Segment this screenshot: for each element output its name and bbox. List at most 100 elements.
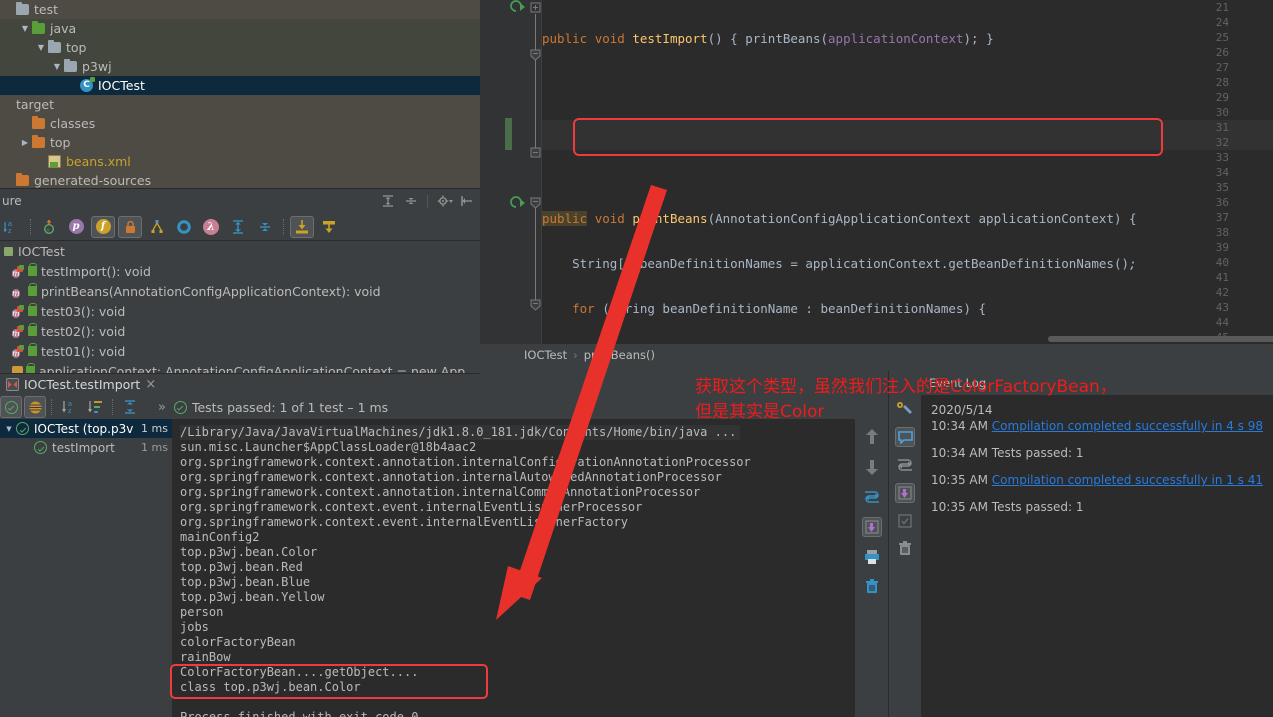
run-tab-label[interactable]: IOCTest.testImport [24, 377, 140, 392]
scroll-up-icon[interactable] [862, 427, 882, 447]
svg-text:z: z [68, 408, 72, 415]
xml-file-icon [48, 155, 61, 168]
tree-item-classes[interactable]: classes [0, 114, 480, 133]
tree-item-label: IOCTest [98, 78, 145, 93]
chevron-down-icon[interactable] [34, 43, 48, 52]
lambda-icon[interactable]: λ [199, 216, 223, 238]
folder-icon [64, 59, 77, 72]
hide-panel-icon[interactable] [460, 194, 474, 208]
event-link[interactable]: Compilation completed successfully in 1 … [992, 473, 1263, 487]
expand-chevron[interactable]: » [158, 400, 166, 415]
structure-item[interactable]: m test03(): void [0, 301, 480, 321]
sort-alpha-icon[interactable]: az [0, 216, 24, 238]
settings-wrench-icon[interactable] [895, 399, 915, 419]
collapse-all-icon[interactable] [253, 216, 277, 238]
lock-icon [28, 303, 37, 316]
structure-item[interactable]: m printBeans(AnnotationConfigApplicationC… [0, 281, 480, 301]
run-tool-window-tab[interactable]: IOCTest.testImport × [0, 373, 480, 395]
settings-gear-icon[interactable] [437, 194, 453, 208]
tree-item-beans-xml[interactable]: beans.xml [0, 152, 480, 171]
tree-item-top[interactable]: top [0, 38, 480, 57]
chevron-down-icon[interactable] [50, 62, 64, 71]
show-ignored-icon[interactable] [24, 396, 46, 418]
structure-item[interactable]: IOCTest [0, 241, 480, 261]
soft-wrap-icon[interactable] [895, 455, 915, 475]
structure-item[interactable]: m testImport(): void [0, 261, 480, 281]
comment-icon[interactable] [895, 427, 915, 447]
code-line: public void printBeans(AnnotationConfigA… [542, 211, 1137, 226]
editor-code[interactable]: public void testImport() { printBeans(ap… [542, 0, 1273, 344]
editor-horizontal-scrollbar[interactable] [1048, 336, 1273, 342]
trash-icon[interactable] [895, 539, 915, 559]
code-editor[interactable]: 21 24 25 26 27 28 29 30 31 32 33 34 35 36 37 38 39 40 41 42… [480, 0, 1273, 344]
console-output[interactable]: /Library/Java/JavaVirtualMachines/jdk1.8… [172, 419, 855, 717]
chevron-down-icon[interactable] [2, 425, 16, 433]
test-results-tree[interactable]: IOCTest (top.p3v 1 ms testImport 1 ms [0, 419, 172, 717]
tree-item-target[interactable]: target [0, 95, 480, 114]
soft-wrap-icon[interactable] [862, 487, 882, 507]
event-log-date: 2020/5/14 [931, 403, 993, 417]
structure-item[interactable]: applicationContext: AnnotationConfigAppl… [0, 361, 480, 373]
event-log-entry[interactable]: 10:34 AM Tests passed: 1 [931, 446, 1273, 460]
test-passed-icon [16, 422, 29, 435]
tree-item-top[interactable]: top [0, 133, 480, 152]
test-method-icon: m [12, 329, 20, 338]
tree-item-generated-sources[interactable]: generated-sources [0, 171, 480, 188]
folder-icon [32, 21, 45, 34]
structure-panel-header: ure [0, 188, 480, 213]
expand-all-icon[interactable] [381, 194, 395, 208]
event-log-entry[interactable]: 10:34 AM Compilation completed successfu… [931, 419, 1273, 433]
tree-item-java[interactable]: java [0, 19, 480, 38]
structure-item[interactable]: m test02(): void [0, 321, 480, 341]
code-line: String[] beanDefinitionNames = applicati… [542, 256, 1137, 271]
autoscroll-to-source-icon[interactable] [317, 216, 341, 238]
test-toolbar[interactable]: az » Tests passed: 1 of 1 test – 1 ms [0, 395, 480, 419]
scroll-to-end-icon[interactable] [895, 483, 915, 503]
structure-item-label: applicationContext: AnnotationConfigAppl… [39, 363, 466, 374]
print-icon[interactable] [862, 547, 882, 567]
structure-list[interactable]: IOCTest m testImport(): void m printBeans(An… [0, 241, 480, 373]
scroll-down-icon[interactable] [862, 457, 882, 477]
test-tree-row[interactable]: testImport 1 ms [0, 438, 172, 457]
test-name-label: testImport [52, 440, 115, 455]
scroll-to-end-icon[interactable] [861, 517, 882, 537]
sort-by-duration-icon[interactable] [83, 396, 107, 418]
structure-item[interactable]: m test01(): void [0, 341, 480, 361]
event-log-entry[interactable]: 10:35 AM Compilation completed successfu… [931, 473, 1273, 487]
tree-item-test[interactable]: test [0, 0, 480, 19]
checkbox-icon[interactable] [895, 511, 915, 531]
console-side-toolbar[interactable] [855, 419, 888, 717]
chevron-down-icon[interactable] [18, 24, 32, 33]
event-log-side-toolbar[interactable] [888, 371, 921, 717]
tree-item-label: p3wj [82, 59, 112, 74]
chevron-right-icon[interactable] [18, 138, 32, 147]
project-tree[interactable]: test java top p3wj CIOCTest target classes top b… [0, 0, 480, 188]
clear-all-icon[interactable] [862, 577, 882, 597]
breadcrumb[interactable]: IOCTest › printBeans() [480, 344, 1273, 366]
breadcrumb-class[interactable]: IOCTest [524, 348, 567, 362]
structure-toolbar[interactable]: az o p f λ [0, 213, 480, 241]
tree-item-label: generated-sources [34, 173, 152, 188]
close-icon[interactable]: × [145, 377, 156, 392]
property-p-icon[interactable]: p [64, 216, 88, 238]
interface-o-icon[interactable] [172, 216, 196, 238]
tree-item-p3wj[interactable]: p3wj [0, 57, 480, 76]
field-f-icon[interactable]: f [91, 215, 115, 238]
event-log-list[interactable]: 2020/5/14 10:34 AM Compilation completed … [921, 395, 1273, 717]
tree-item-label: beans.xml [66, 154, 131, 169]
inherited-members-icon[interactable] [145, 216, 169, 238]
sort-alphabetically-icon[interactable]: az [57, 396, 81, 418]
expand-all-icon[interactable] [118, 396, 142, 418]
show-passed-icon[interactable] [0, 396, 22, 418]
expand-all-icon[interactable] [226, 216, 250, 238]
tree-item-ioctest[interactable]: C IOCTest [0, 76, 480, 95]
up-arrow-circle-icon[interactable]: o [37, 216, 61, 238]
event-log-entry[interactable]: 10:35 AM Tests passed: 1 [931, 500, 1273, 514]
test-tree-row[interactable]: IOCTest (top.p3v 1 ms [0, 419, 172, 438]
autoscroll-from-source-icon[interactable] [290, 215, 314, 238]
event-link[interactable]: Compilation completed successfully in 4 … [992, 419, 1263, 433]
breadcrumb-method[interactable]: printBeans() [584, 348, 655, 362]
collapse-all-icon[interactable] [404, 194, 418, 208]
lock-icon[interactable] [118, 215, 142, 238]
